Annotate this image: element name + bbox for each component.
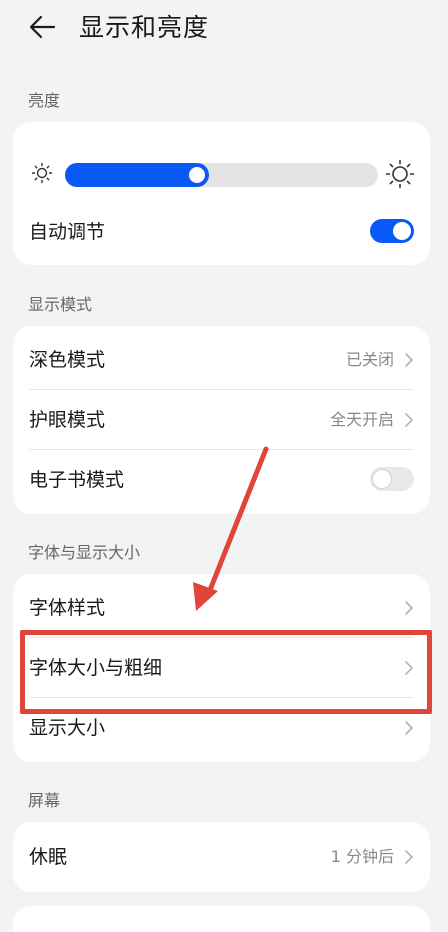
dark-mode-row[interactable]: 深色模式 已关闭 — [13, 330, 430, 390]
dark-mode-label: 深色模式 — [29, 349, 106, 371]
sun-large-icon — [385, 159, 415, 189]
ebook-mode-toggle[interactable] — [370, 467, 414, 491]
arrow-left-icon — [29, 15, 56, 39]
font-style-row[interactable]: 字体样式 — [13, 578, 430, 638]
section-label-font-display: 字体与显示大小 — [28, 543, 141, 562]
screen-card: 休眠 1 分钟后 — [13, 822, 430, 892]
next-card-partial — [13, 906, 430, 932]
eye-comfort-value: 全天开启 — [329, 410, 394, 429]
ebook-mode-row[interactable]: 电子书模式 — [13, 450, 430, 510]
brightness-slider[interactable] — [65, 163, 378, 187]
brightness-slider-fill — [65, 163, 209, 187]
dark-mode-value: 已关闭 — [345, 350, 394, 369]
chevron-right-icon — [405, 850, 413, 864]
chevron-right-icon — [405, 721, 413, 735]
chevron-right-icon — [405, 413, 413, 427]
font-size-weight-row[interactable]: 字体大小与粗细 — [13, 638, 430, 698]
section-label-display-mode: 显示模式 — [28, 295, 93, 314]
chevron-right-icon — [405, 353, 413, 367]
eye-comfort-row[interactable]: 护眼模式 全天开启 — [13, 390, 430, 450]
page-title: 显示和亮度 — [79, 13, 210, 42]
sleep-row[interactable]: 休眠 1 分钟后 — [13, 827, 430, 887]
sun-small-icon — [31, 162, 53, 184]
font-display-card: 字体样式 字体大小与粗细 显示大小 — [13, 574, 430, 762]
font-size-weight-label: 字体大小与粗细 — [29, 657, 163, 679]
section-label-brightness: 亮度 — [28, 91, 61, 110]
chevron-right-icon — [405, 601, 413, 615]
sleep-value: 1 分钟后 — [330, 847, 394, 866]
auto-adjust-row[interactable]: 自动调节 — [13, 202, 430, 262]
brightness-card: 自动调节 — [13, 122, 430, 265]
auto-adjust-label: 自动调节 — [29, 221, 106, 243]
auto-adjust-toggle[interactable] — [370, 219, 414, 243]
header: 显示和亮度 — [0, 0, 448, 58]
font-style-label: 字体样式 — [29, 597, 106, 619]
toggle-knob — [393, 222, 411, 240]
chevron-right-icon — [405, 661, 413, 675]
toggle-knob — [373, 470, 391, 488]
display-mode-card: 深色模式 已关闭 护眼模式 全天开启 电子书模式 — [13, 326, 430, 514]
section-label-screen: 屏幕 — [28, 791, 61, 810]
ebook-mode-label: 电子书模式 — [29, 469, 125, 491]
display-size-label: 显示大小 — [29, 717, 106, 739]
eye-comfort-label: 护眼模式 — [29, 409, 106, 431]
display-size-row[interactable]: 显示大小 — [13, 698, 430, 758]
brightness-slider-thumb[interactable] — [188, 167, 205, 183]
sleep-label: 休眠 — [29, 846, 68, 868]
display-brightness-page: 显示和亮度 亮度 自动调节 显示模式 深色模式 已关闭 护眼模式 全天开启 电子… — [0, 0, 448, 932]
back-button[interactable] — [28, 12, 58, 42]
